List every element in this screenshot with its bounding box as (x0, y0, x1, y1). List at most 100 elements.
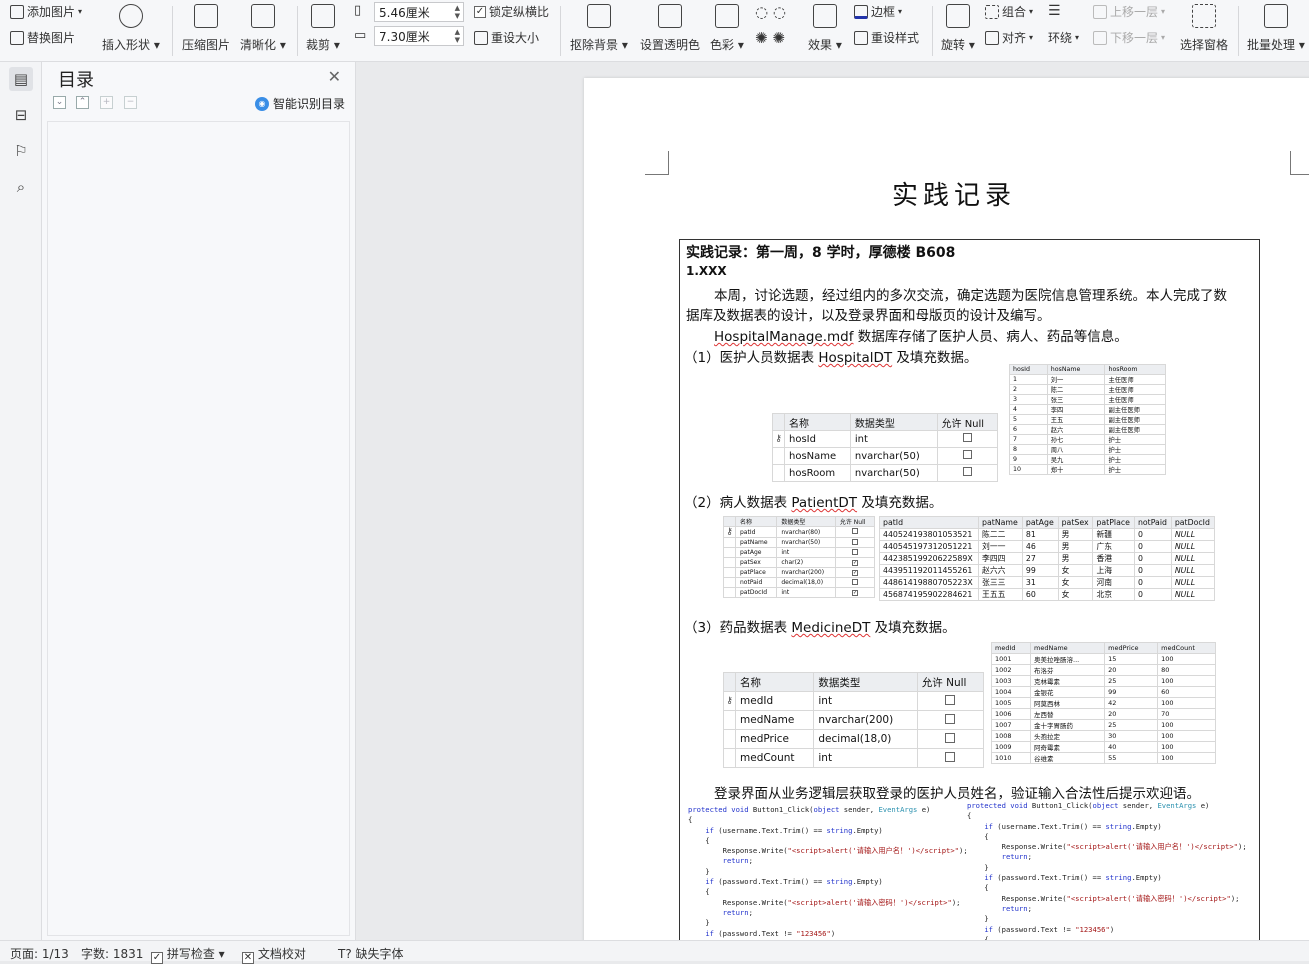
grid-cell[interactable]: 新疆 (1092, 528, 1135, 541)
brightness-icon[interactable]: ◌ ◌ (755, 3, 786, 21)
grid-cell[interactable]: 440524193801053521 (878, 528, 980, 541)
grid-cell[interactable]: 主任医师 (1104, 384, 1166, 395)
table-row[interactable]: notPaid decimal(18,0) (723, 577, 876, 588)
grid-cell[interactable]: 15 (1104, 652, 1159, 665)
grid-cell[interactable]: 布洛芬 (1030, 663, 1106, 676)
hospital-data-grid[interactable]: hosId hosName hosRoom 1 刘一 主任医师 2 陈二 主任医师 3 张三 主任医师… (1009, 364, 1166, 475)
close-icon[interactable]: ✕ (328, 67, 341, 86)
grid-cell[interactable]: NULL (1170, 588, 1216, 601)
grid-cell[interactable]: 9 (1009, 454, 1048, 465)
grid-cell[interactable]: 陈二二 (978, 528, 1023, 541)
reset-style-button[interactable]: 重设样式 (854, 29, 919, 46)
grid-cell[interactable]: 李四四 (978, 552, 1023, 565)
allow-null-cell[interactable] (936, 447, 999, 465)
grid-cell[interactable]: 女 (1057, 576, 1094, 589)
grid-cell[interactable]: 刘一 (1046, 374, 1106, 385)
checkbox[interactable] (962, 467, 972, 476)
compress-image-button[interactable]: 压缩图片 (182, 4, 230, 53)
grid-cell[interactable]: 香港 (1092, 552, 1135, 565)
grid-row[interactable]: 443951192011455261 赵六六 99 女上海 0 NULL (878, 564, 1216, 577)
grid-cell[interactable]: 金银花 (1030, 685, 1106, 698)
column-name-cell[interactable]: hosId (784, 430, 851, 448)
effects-button[interactable]: 效果 ▾ (808, 4, 842, 53)
grid-cell[interactable]: 主任医师 (1104, 394, 1166, 405)
grid-cell[interactable]: 25 (1104, 718, 1159, 731)
color-button[interactable]: 色彩 ▾ (710, 4, 744, 53)
column-name-cell[interactable]: hosName (784, 447, 851, 465)
table-row[interactable]: ⚷ medId int (723, 691, 985, 711)
grid-cell[interactable]: 北京 (1092, 588, 1135, 601)
grid-cell[interactable]: 王五 (1046, 414, 1106, 425)
allow-null-cell[interactable]: ✓ (834, 587, 876, 598)
grid-cell[interactable]: 99 (1104, 685, 1159, 698)
table-row[interactable]: patPlace nvarchar(200) ✓ (723, 567, 876, 578)
checkbox[interactable] (945, 751, 956, 762)
table-row[interactable]: ⚷ hosId int (772, 430, 999, 448)
allow-null-cell[interactable] (834, 577, 876, 588)
data-type-cell[interactable]: decimal(18,0) (813, 729, 918, 749)
grid-cell[interactable]: 1004 (990, 685, 1032, 698)
checkbox[interactable] (851, 578, 858, 585)
grid-cell[interactable]: 王五五 (978, 588, 1023, 601)
column-name-cell[interactable]: medPrice (734, 729, 815, 749)
grid-cell[interactable]: 广东 (1092, 540, 1135, 553)
column-name-cell[interactable]: patId (734, 526, 778, 538)
grid-cell[interactable]: 60 (1021, 588, 1059, 601)
grid-cell[interactable]: 6 (1009, 424, 1048, 435)
checkbox[interactable] (851, 548, 858, 555)
grid-cell[interactable]: 1005 (990, 696, 1032, 709)
checkbox[interactable] (962, 450, 972, 459)
allow-null-cell[interactable] (916, 729, 985, 749)
spinner-arrows[interactable]: ▲ ▼ (455, 28, 460, 44)
grid-row[interactable]: 7 孙七 护士 (1009, 434, 1166, 445)
grid-row[interactable]: 1 刘一 主任医师 (1009, 374, 1166, 385)
grid-cell[interactable]: 20 (1104, 707, 1159, 720)
grid-row[interactable]: 1005 阿莫西林 42 100 (990, 696, 1216, 709)
grid-row[interactable]: 8 周八 护士 (1009, 444, 1166, 455)
grid-cell[interactable]: 100 (1157, 652, 1216, 665)
grid-cell[interactable]: 31 (1021, 576, 1059, 589)
table-row[interactable]: medPrice decimal(18,0) (723, 729, 985, 749)
expand-icon[interactable]: ⌃ (76, 96, 89, 109)
grid-cell[interactable]: 赵六六 (978, 564, 1023, 577)
grid-cell[interactable]: 李四 (1046, 404, 1106, 415)
grid-cell[interactable]: 1 (1009, 374, 1048, 385)
checkbox[interactable]: ✓ (851, 590, 858, 596)
wrap-icon[interactable]: ☰ (1048, 3, 1061, 19)
border-button[interactable]: 边框 ▾ (854, 3, 902, 20)
lock-ratio-checkbox[interactable]: ✓ 锁定纵横比 (474, 3, 549, 20)
grid-cell[interactable]: 440545197312051221 (878, 540, 980, 553)
grid-cell[interactable]: 女 (1057, 588, 1094, 601)
grid-cell[interactable]: 张三 (1046, 394, 1106, 405)
grid-cell[interactable]: 吴九 (1046, 454, 1106, 465)
data-type-cell[interactable]: int (776, 547, 836, 558)
table-row[interactable]: patDocId int ✓ (723, 587, 876, 598)
grid-row[interactable]: 1002 布洛芬 20 80 (990, 663, 1216, 676)
grid-cell[interactable]: 30 (1104, 729, 1159, 742)
data-type-cell[interactable]: int (849, 430, 938, 448)
grid-cell[interactable]: 2 (1009, 384, 1048, 395)
grid-row[interactable]: 1004 金银花 99 60 (990, 685, 1216, 698)
grid-cell[interactable]: 1008 (990, 729, 1032, 742)
grid-cell[interactable]: 100 (1157, 740, 1216, 753)
grid-cell[interactable]: 55 (1104, 751, 1159, 764)
document-page[interactable]: 实践记录 实践记录：第一周，8 学时，厚德楼 B608 1.XXX 本周，讨论选… (584, 78, 1309, 940)
patient-data-grid[interactable]: patId patName patAge patSex patPlace notPaid p… (878, 516, 1216, 601)
grid-cell[interactable]: 60 (1157, 685, 1216, 698)
grid-cell[interactable]: 100 (1157, 674, 1216, 687)
grid-row[interactable]: 44238519920622589X 李四四 27 男香港 0 NULL (878, 552, 1216, 565)
set-transparent-button[interactable]: 设置透明色 (640, 4, 700, 53)
grid-row[interactable]: 9 吴九 护士 (1009, 454, 1166, 465)
grid-row[interactable]: 3 张三 主任医师 (1009, 394, 1166, 405)
grid-cell[interactable]: 0 (1133, 528, 1172, 541)
table-row[interactable]: medCount int (723, 748, 985, 768)
add-level-icon[interactable]: + (100, 96, 113, 109)
data-type-cell[interactable]: nvarchar(200) (776, 567, 836, 578)
grid-cell[interactable]: 1007 (990, 718, 1032, 731)
column-name-cell[interactable]: patAge (734, 547, 778, 558)
grid-cell[interactable]: 护士 (1104, 454, 1166, 465)
grid-cell[interactable]: 陈二 (1046, 384, 1106, 395)
grid-cell[interactable]: 周八 (1046, 444, 1106, 455)
grid-cell[interactable]: 1010 (990, 751, 1032, 764)
grid-cell[interactable]: NULL (1170, 528, 1216, 541)
